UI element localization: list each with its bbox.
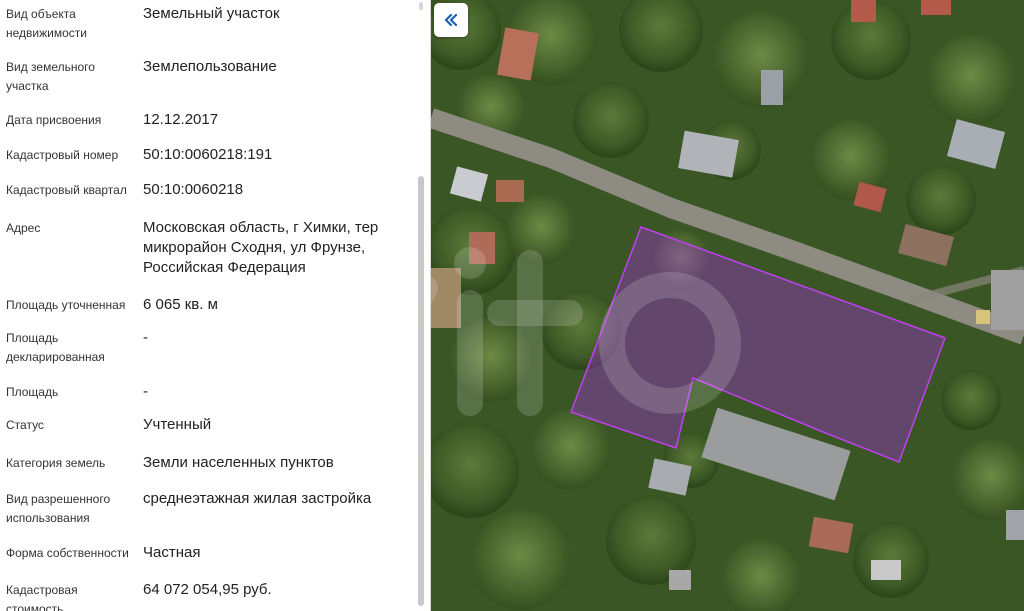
property-value: Частная <box>143 544 201 561</box>
property-label: Площадь <box>6 385 59 399</box>
property-info-panel: Вид объекта недвижимости Земельный участ… <box>0 0 431 611</box>
panel-scrollbar[interactable] <box>418 176 424 606</box>
property-label: Категория земель <box>6 456 106 470</box>
property-value[interactable]: 50:10:0060218 <box>143 180 408 200</box>
property-label: Адрес <box>6 221 41 235</box>
property-label: Дата присвоения <box>6 113 102 127</box>
property-value: среднеэтажная жилая застройка <box>143 490 372 507</box>
property-label: Кадастровый квартал <box>6 183 127 197</box>
property-value: 12.12.2017 <box>143 111 219 128</box>
property-value: - <box>143 383 148 400</box>
property-label: Кадастровый номер <box>6 148 119 162</box>
property-label: Форма собственности <box>6 546 129 560</box>
property-value: Московская область, г Химки, тер микрора… <box>143 219 379 276</box>
property-label: Площадь декларированная <box>6 331 105 364</box>
property-label: Вид объекта недвижимости <box>6 7 87 40</box>
property-label: Кадастровая стоимость <box>6 583 78 611</box>
double-chevron-left-icon <box>444 13 458 27</box>
satellite-imagery <box>431 0 1024 611</box>
property-label: Площадь уточненная <box>6 298 126 312</box>
property-value: Землепользование <box>143 58 277 75</box>
property-label: Вид разрешенного использования <box>6 492 111 525</box>
property-value: Земельный участок <box>143 5 280 22</box>
scrollbar-top[interactable] <box>419 2 423 10</box>
property-value: - <box>143 329 148 346</box>
property-value: 6 065 кв. м <box>143 296 218 313</box>
collapse-panel-button[interactable] <box>434 3 468 37</box>
property-label: Вид земельного участка <box>6 60 95 93</box>
satellite-map[interactable] <box>431 0 1024 611</box>
property-label: Статус <box>6 418 44 432</box>
property-value[interactable]: 50:10:0060218:191 <box>143 145 408 165</box>
property-value: Земли населенных пунктов <box>143 454 334 471</box>
property-value: 64 072 054,95 руб. <box>143 581 272 598</box>
property-value: Учтенный <box>143 416 212 433</box>
